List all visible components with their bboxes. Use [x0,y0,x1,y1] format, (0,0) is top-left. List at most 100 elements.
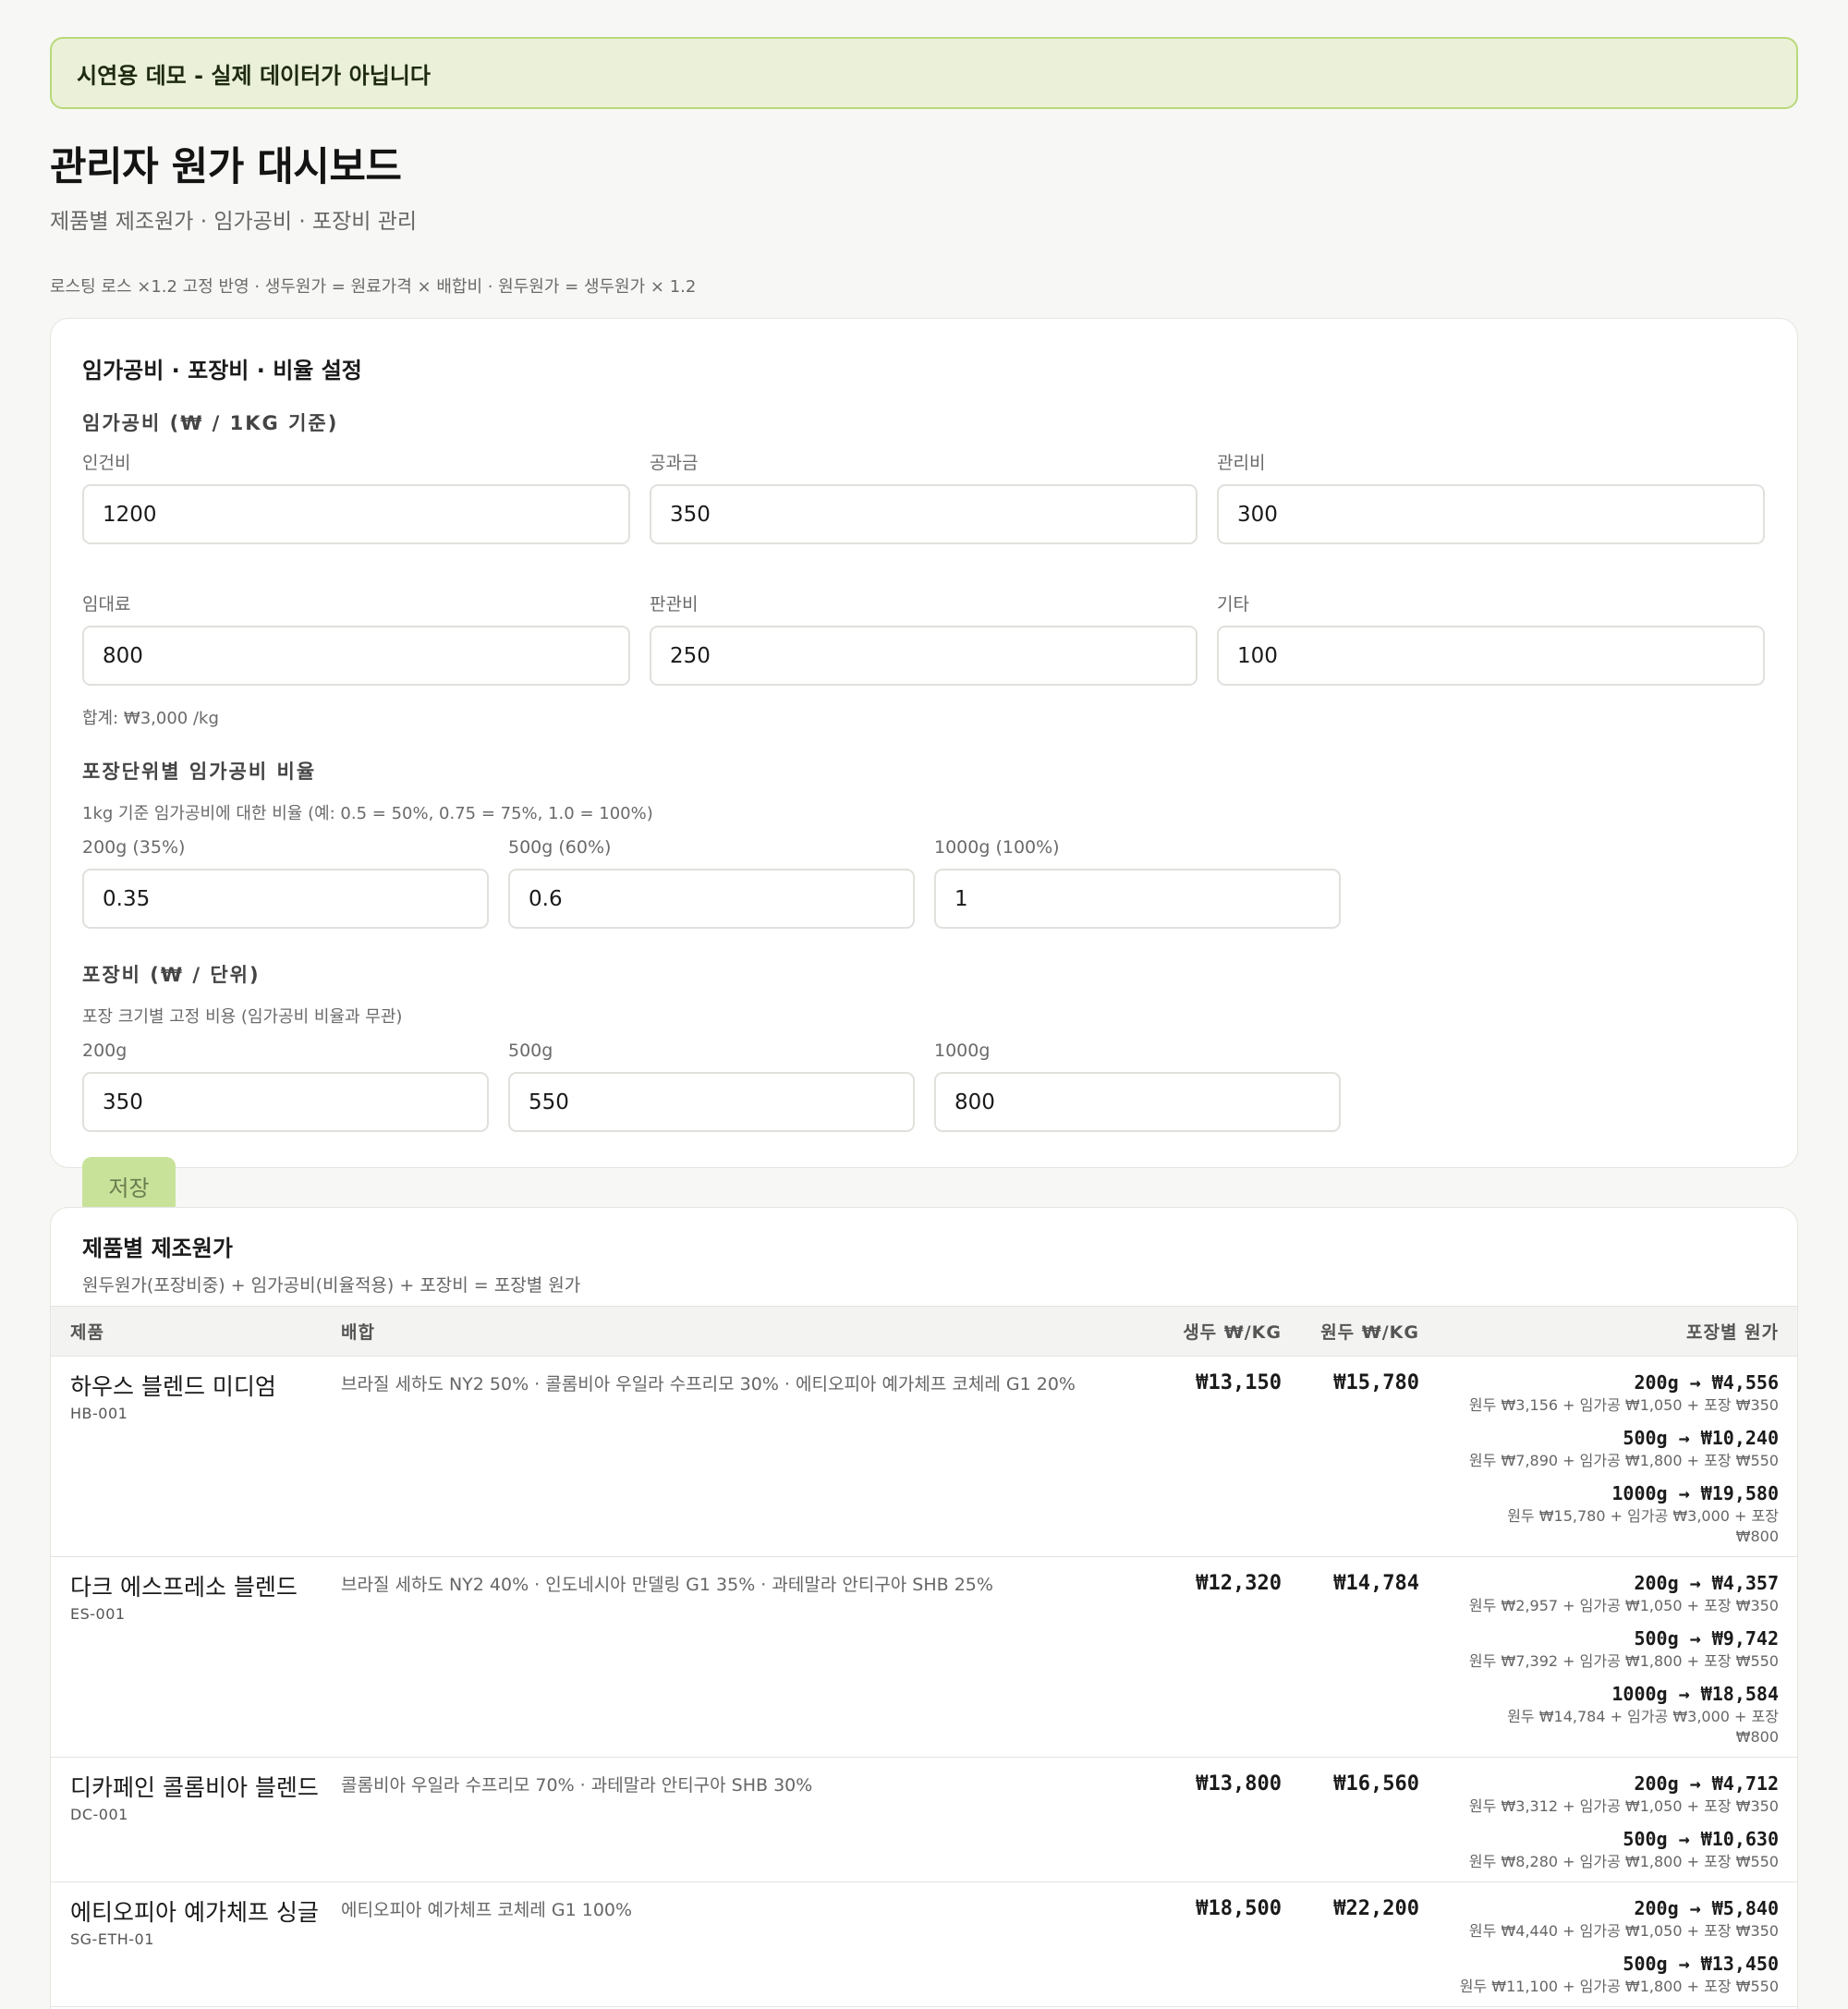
package-cost-detail: 원두 ₩7,890 + 임가공 ₩1,800 + 포장 ₩550 [1468,1452,1779,1469]
save-button[interactable]: 저장 [82,1157,176,1214]
field-label: 판관비 [650,594,699,615]
col-blend: 배합 [341,1306,1152,1357]
product-code: DC-001 [70,1806,128,1823]
packing-help-text: 포장 크기별 고정 비용 (임가공비 비율과 무관) [82,1007,403,1027]
package-cost: 200g → ₩4,357 원두 ₩2,957 + 임가공 ₩1,050 + 포… [1419,1572,1779,1616]
field-label: 500g (60%) [508,837,612,858]
ratio-200g: 200g (35%) 0.35 [82,837,489,929]
sga-input[interactable]: 250 [650,626,1198,686]
packing-1000g-input[interactable]: 800 [934,1072,1341,1132]
package-cost: 500g → ₩9,742 원두 ₩7,392 + 임가공 ₩1,800 + 포… [1419,1627,1779,1672]
packing-200g: 200g 350 [82,1041,489,1132]
field-label: 임대료 [82,594,131,615]
product-code: SG-ETH-01 [70,1930,154,1948]
products-subtitle: 원두원가(포장비중) + 임가공비(비율적용) + 포장비 = 포장별 원가 [82,1275,581,1296]
field-label: 인건비 [82,453,131,473]
package-cost-detail: 원두 ₩7,392 + 임가공 ₩1,800 + 포장 ₩550 [1468,1652,1779,1670]
package-cost: 200g → ₩4,712 원두 ₩3,312 + 임가공 ₩1,050 + 포… [1419,1772,1779,1817]
field-label: 200g [82,1041,128,1061]
package-cost-detail: 원두 ₩3,156 + 임가공 ₩1,050 + 포장 ₩350 [1468,1396,1779,1414]
field-other: 기타 100 [1217,594,1765,686]
packing-1000g: 1000g 800 [934,1041,1341,1132]
products-title: 제품별 제조원가 [82,1236,233,1261]
table-header-row: 제품 배합 생두 ₩/KG 원두 ₩/KG 포장별 원가 [51,1306,1797,1357]
page-title: 관리자 원가 대시보드 [50,144,402,190]
rent-input[interactable]: 800 [82,626,630,686]
products-header: 제품별 제조원가 원두원가(포장비중) + 임가공비(비율적용) + 포장비 =… [51,1208,1797,1306]
product-blend: 에티오피아 예가체프 코체레 G1 100% [341,1881,1152,2007]
product-name: 에티오피아 예가체프 싱글 [70,1899,319,1926]
field-label: 기타 [1217,594,1249,615]
ratio-500g-input[interactable]: 0.6 [508,869,915,929]
page-subtitle: 제품별 제조원가 · 임가공비 · 포장비 관리 [50,210,418,234]
field-management: 관리비 300 [1217,453,1765,544]
packing-200g-input[interactable]: 350 [82,1072,489,1132]
table-row: 다크 에스프레소 블렌드 ES-001 브라질 세하도 NY2 40% · 인도… [51,1556,1797,1758]
demo-banner: 시연용 데모 - 실제 데이터가 아닙니다 [50,37,1798,109]
product-code: ES-001 [70,1605,126,1623]
product-code: HB-001 [70,1405,128,1422]
labor-input[interactable]: 1200 [82,484,630,544]
package-cost: 1000g → ₩19,580 원두 ₩15,780 + 임가공 ₩3,000 … [1419,1482,1779,1547]
package-cost-detail: 원두 ₩8,280 + 임가공 ₩1,800 + 포장 ₩550 [1468,1853,1779,1870]
field-label: 500g [508,1041,553,1061]
package-cost-main: 1000g → ₩18,584 [1611,1683,1779,1705]
package-cost-detail: 원두 ₩4,440 + 임가공 ₩1,050 + 포장 ₩350 [1468,1922,1779,1940]
settings-title: 임가공비 · 포장비 · 비율 설정 [82,358,362,384]
package-cost-main: 200g → ₩5,840 [1634,1897,1779,1919]
other-input[interactable]: 100 [1217,626,1765,686]
package-cost-main: 200g → ₩4,556 [1634,1371,1779,1394]
package-cost-detail: 원두 ₩14,784 + 임가공 ₩3,000 + 포장 ₩800 [1507,1708,1779,1746]
settings-card: 임가공비 · 포장비 · 비율 설정 임가공비 (₩ / 1KG 기준) 인건비… [50,318,1798,1214]
ratio-help-text: 1kg 기준 임가공비에 대한 비율 (예: 0.5 = 50%, 0.75 =… [82,804,653,823]
management-input[interactable]: 300 [1217,484,1765,544]
field-utilities: 공과금 350 [650,453,1198,544]
package-cost-detail: 원두 ₩3,312 + 임가공 ₩1,050 + 포장 ₩350 [1468,1797,1779,1815]
roasted-cost: ₩14,784 [1282,1556,1419,1758]
packing-500g: 500g 550 [508,1041,915,1132]
col-product: 제품 [51,1306,341,1357]
utilities-input[interactable]: 350 [650,484,1198,544]
field-label: 1000g (100%) [934,837,1060,858]
product-blend: 브라질 세하도 NY2 40% · 인도네시아 만델링 G1 35% · 과테말… [341,1556,1152,1758]
overhead-total: 합계: ₩3,000 /kg [82,709,219,728]
package-cost: 500g → ₩10,240 원두 ₩7,890 + 임가공 ₩1,800 + … [1419,1427,1779,1471]
package-cost: 500g → ₩10,630 원두 ₩8,280 + 임가공 ₩1,800 + … [1419,1828,1779,1872]
green-cost: ₩18,500 [1152,1881,1282,2007]
ratio-200g-input[interactable]: 0.35 [82,869,489,929]
product-name: 다크 에스프레소 블렌드 [70,1574,298,1601]
green-cost: ₩13,800 [1152,1757,1282,1882]
package-cost-main: 500g → ₩10,240 [1623,1427,1779,1449]
col-package-cost: 포장별 원가 [1419,1306,1797,1357]
field-rent: 임대료 800 [82,594,630,686]
table-row: 디카페인 콜롬비아 블렌드 DC-001 콜롬비아 우일라 수프리모 70% ·… [51,1757,1797,1882]
product-name: 하우스 블렌드 미디엄 [70,1373,276,1400]
packing-500g-input[interactable]: 550 [508,1072,915,1132]
package-cost-main: 200g → ₩4,357 [1634,1572,1779,1594]
product-name: 디카페인 콜롬비아 블렌드 [70,1774,319,1801]
field-label: 200g (35%) [82,837,186,858]
roasted-cost: ₩16,560 [1282,1757,1419,1882]
ratio-fields: 200g (35%) 0.35 500g (60%) 0.6 1000g (10… [82,837,1766,929]
overhead-fields-row-1: 인건비 1200 공과금 350 관리비 300 [82,453,1766,544]
col-roasted-cost: 원두 ₩/KG [1282,1306,1419,1357]
field-label: 관리비 [1217,453,1266,473]
package-cost-main: 1000g → ₩19,580 [1611,1482,1779,1504]
packing-fields: 200g 350 500g 550 1000g 800 [82,1041,1766,1132]
package-cost-main: 500g → ₩13,450 [1623,1953,1779,1975]
package-cost: 200g → ₩4,556 원두 ₩3,156 + 임가공 ₩1,050 + 포… [1419,1371,1779,1416]
ratio-1000g: 1000g (100%) 1 [934,837,1341,929]
roasted-cost: ₩15,780 [1282,1356,1419,1557]
page: 시연용 데모 - 실제 데이터가 아닙니다 관리자 원가 대시보드 제품별 제조… [50,37,1798,2009]
green-cost: ₩13,150 [1152,1356,1282,1557]
ratio-1000g-input[interactable]: 1 [934,869,1341,929]
package-cost-detail: 원두 ₩15,780 + 임가공 ₩3,000 + 포장 ₩800 [1507,1507,1779,1545]
formula-note: 로스팅 로스 ×1.2 고정 반영 · 생두원가 = 원료가격 × 배합비 · … [50,277,697,297]
package-cost: 200g → ₩5,840 원두 ₩4,440 + 임가공 ₩1,050 + 포… [1419,1897,1779,1942]
field-label: 공과금 [650,453,699,473]
col-green-cost: 생두 ₩/KG [1152,1306,1282,1357]
products-table: 제품 배합 생두 ₩/KG 원두 ₩/KG 포장별 원가 하우스 블렌드 미디엄… [51,1306,1797,2007]
field-sga: 판관비 250 [650,594,1198,686]
package-cost: 500g → ₩13,450 원두 ₩11,100 + 임가공 ₩1,800 +… [1419,1953,1779,1997]
table-row: 에티오피아 예가체프 싱글 SG-ETH-01 에티오피아 예가체프 코체레 G… [51,1881,1797,2007]
